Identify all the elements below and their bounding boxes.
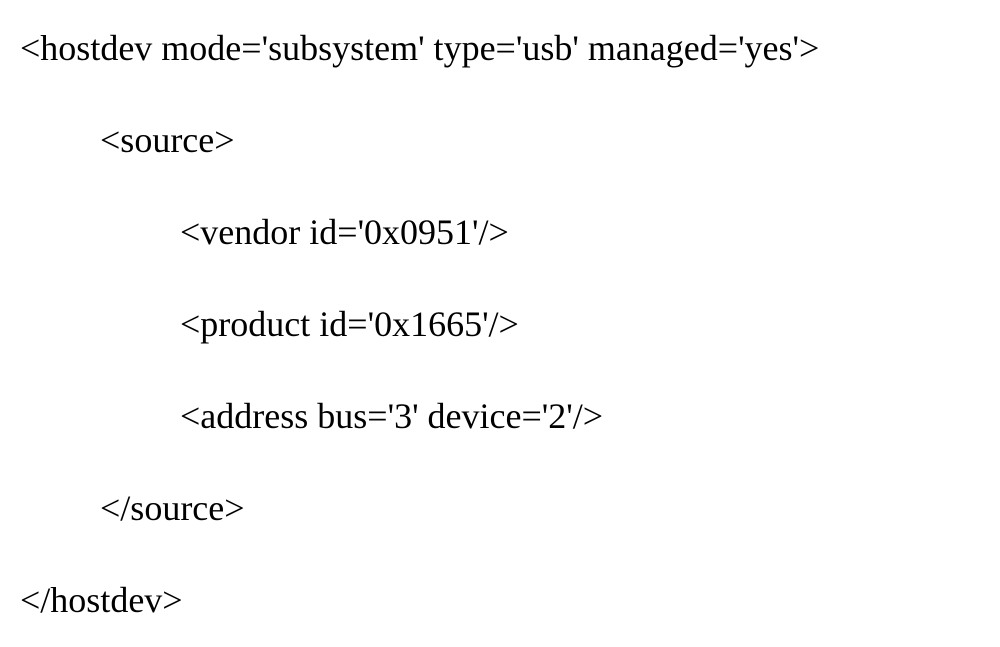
xml-line-hostdev-close: </hostdev> [20,582,980,618]
xml-line-address: <address bus='3' device='2'/> [20,398,980,434]
xml-line-source-close: </source> [20,490,980,526]
xml-line-hostdev-open: <hostdev mode='subsystem' type='usb' man… [20,30,980,66]
xml-line-product: <product id='0x1665'/> [20,306,980,342]
xml-line-source-open: <source> [20,122,980,158]
xml-line-vendor: <vendor id='0x0951'/> [20,214,980,250]
